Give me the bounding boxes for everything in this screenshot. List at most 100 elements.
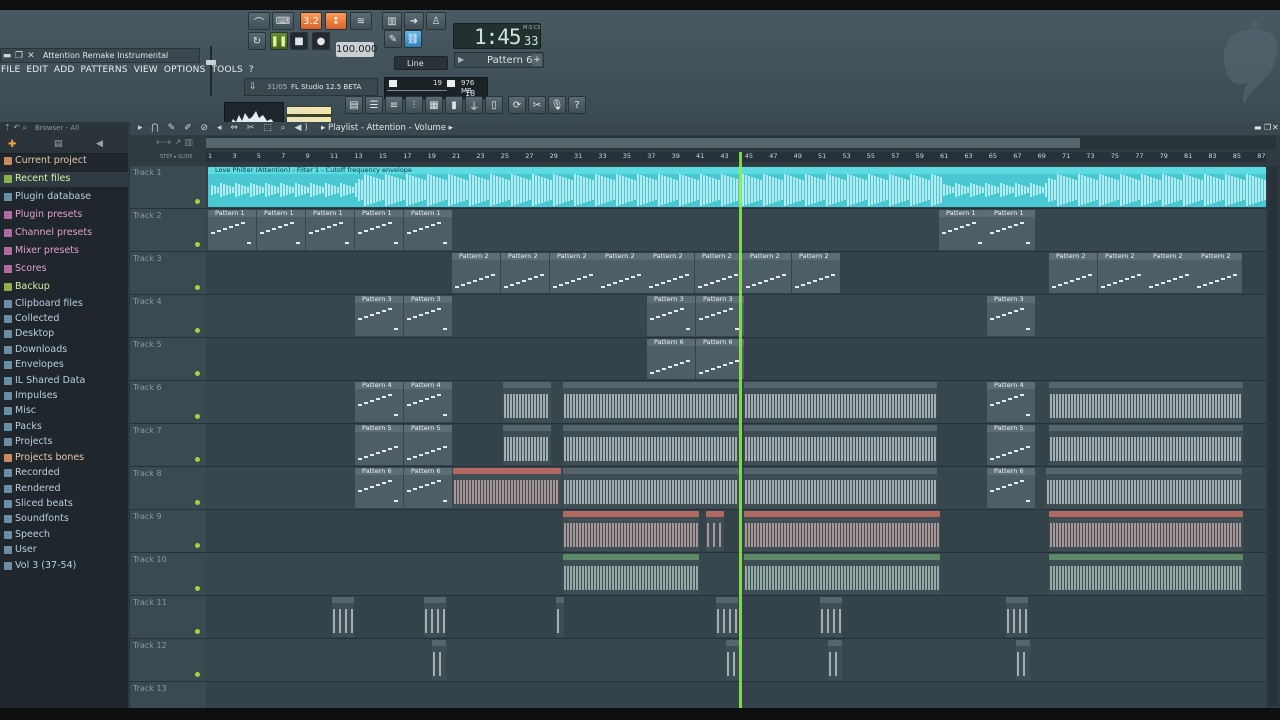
track-mute-led[interactable] [195,543,200,548]
brush-tool-icon[interactable]: ✐ [184,123,195,133]
sample-clip[interactable] [563,468,739,508]
sample-clip[interactable] [1049,511,1243,551]
metronome-icon[interactable]: ⌒ [248,12,270,30]
pattern-clip[interactable]: Pattern 2 [1098,253,1146,293]
playlist-overview-scrollbar[interactable] [206,136,1276,150]
sample-clip[interactable] [424,597,446,637]
playlist-maximize-icon[interactable]: ❐ [1264,123,1271,132]
track-header[interactable]: Track 9 [130,510,206,553]
browser-item[interactable]: Plugin presets [0,208,128,223]
sample-clip[interactable] [332,597,354,637]
browser-item[interactable]: Soundfonts [0,512,128,527]
browser-item[interactable]: Misc [0,404,128,419]
menu-file[interactable]: FILE [1,65,20,79]
playback-position-marker[interactable] [739,152,742,708]
sample-clip[interactable] [1006,597,1028,637]
link-icon[interactable]: ⛓ [404,30,422,48]
playback-tool-icon[interactable]: ◀) [295,123,311,133]
magnet-icon[interactable]: ⋂ [151,123,161,133]
menu-arrow-icon[interactable]: ▸ [138,123,146,133]
pattern-clip[interactable]: Pattern 3 [696,296,744,336]
sample-clip[interactable] [1049,425,1243,465]
sample-clip[interactable] [744,468,937,508]
track-mute-led[interactable] [195,285,200,290]
sample-clip[interactable] [706,511,724,551]
pattern-selector[interactable]: ▶ Pattern 6 + [454,52,544,68]
menu-help[interactable]: ? [249,65,254,79]
track-header[interactable]: Track 1 [130,166,206,209]
browser-item[interactable]: Sliced beats [0,497,128,512]
browser-item[interactable]: Collected [0,312,128,327]
menu-edit[interactable]: EDIT [26,65,48,79]
playlist-icon[interactable]: ▤ [345,96,363,114]
close-icon[interactable]: ✕ [26,51,36,61]
track-mute-led[interactable] [195,672,200,677]
pattern-clip[interactable]: Pattern 1 [987,210,1035,250]
browser-item[interactable]: Projects [0,435,128,450]
sample-clip[interactable] [1049,554,1243,594]
zoom-tool-icon[interactable]: ⌕ [281,123,289,133]
arrow-right-icon[interactable]: ➜ [404,12,424,30]
refresh-icon[interactable]: ⟳ [508,96,526,114]
pattern-clip[interactable]: Pattern 6 [696,339,744,379]
pause-button[interactable]: ❚❚ [270,32,288,50]
sample-clip[interactable] [744,382,937,422]
plug-icon[interactable]: ⏚ [465,96,483,114]
mixer-icon[interactable]: ⫶ [405,96,423,114]
track-header[interactable]: Track 11 [130,596,206,639]
sample-clip[interactable] [563,554,699,594]
file-icon[interactable]: ▤ [54,139,63,149]
playlist-close-icon[interactable]: ✕ [1272,123,1279,132]
cut-icon[interactable]: ✂ [528,96,546,114]
track-header[interactable]: Track 3 [130,252,206,295]
track-mute-led[interactable] [195,199,200,204]
help-icon[interactable]: ? [568,96,586,114]
sample-clip[interactable] [503,425,551,465]
track-header[interactable]: Track 2 [130,209,206,252]
browser-item[interactable]: Backup [0,280,128,295]
track-header[interactable]: Track 4 [130,295,206,338]
pattern-clip[interactable]: Pattern 2 [452,253,500,293]
pattern-clip[interactable]: Pattern 1 [355,210,403,250]
pattern-clip[interactable]: Pattern 6 [647,339,695,379]
blend-notes-icon[interactable]: ≋ [350,12,372,30]
touch-controller-icon[interactable]: ▯ [485,96,503,114]
snap-selector[interactable]: Line [394,56,448,70]
browser-item[interactable]: Recent files [0,172,128,187]
timeline-ruler[interactable]: 1 3 5 7 9 11 13 15 17 19 21 23 25 27 29 31 33 35 37 39 41 43 4… [206,152,1266,162]
piano-icon[interactable]: ▥ [382,12,402,30]
browser-item[interactable]: Recorded [0,466,128,481]
step-edit-icon[interactable]: ↕ [325,12,347,30]
track-mute-led[interactable] [195,242,200,247]
track-mute-led[interactable] [195,371,200,376]
pattern-clip[interactable]: Pattern 2 [598,253,646,293]
sample-clip[interactable] [744,554,940,594]
pattern-clip[interactable]: Pattern 2 [1194,253,1242,293]
add-icon[interactable]: ✚ [8,139,16,150]
pattern-clip[interactable]: Pattern 4 [987,382,1035,422]
pattern-clip[interactable]: Pattern 5 [987,425,1035,465]
pattern-clip[interactable]: Pattern 2 [646,253,694,293]
sample-clip[interactable] [1049,382,1243,422]
sample-clip[interactable] [716,597,738,637]
menu-view[interactable]: VIEW [134,65,158,79]
pattern-clip[interactable]: Pattern 3 [647,296,695,336]
sample-clip[interactable] [828,640,842,680]
browser-item[interactable]: Projects bones [0,451,128,466]
menu-add[interactable]: ADD [54,65,75,79]
master-volume-slider[interactable] [206,46,216,96]
maximize-icon[interactable]: ❐ [14,51,24,61]
sample-clip[interactable] [726,640,740,680]
pattern-clip[interactable]: Pattern 4 [355,382,403,422]
track-mute-led[interactable] [195,328,200,333]
browser-item[interactable]: Desktop [0,327,128,342]
pattern-clip[interactable]: Pattern 2 [743,253,791,293]
sample-clip[interactable] [432,640,446,680]
add-pattern-icon[interactable]: + [532,54,542,66]
pattern-clip[interactable]: Pattern 1 [939,210,987,250]
track-mute-led[interactable] [195,629,200,634]
pattern-clip[interactable]: Pattern 3 [355,296,403,336]
pattern-clip[interactable]: Pattern 5 [404,425,452,465]
track-header[interactable]: Track 7 [130,424,206,467]
speaker-icon[interactable]: ◀ [96,139,103,149]
